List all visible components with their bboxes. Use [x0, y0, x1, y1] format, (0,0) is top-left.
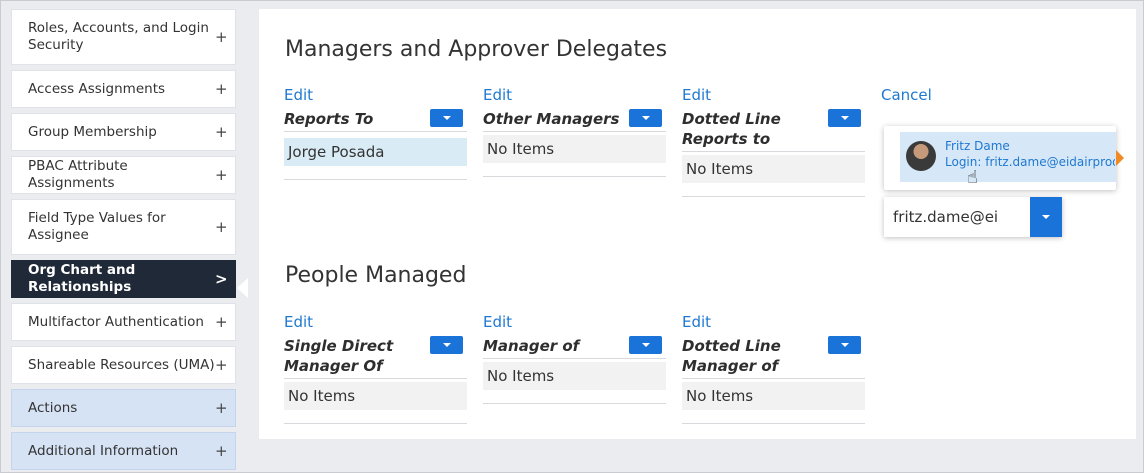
people-section-title: People Managed [285, 263, 467, 288]
user-search-input[interactable] [884, 197, 1030, 237]
edit-link[interactable]: Edit [284, 86, 467, 104]
plus-icon: + [215, 399, 228, 417]
dotted-line-reports-column: Edit Dotted Line Reports to No Items [682, 86, 865, 197]
column-title: Reports To [284, 110, 374, 128]
arrow-right-icon [1116, 150, 1124, 166]
plus-icon: + [215, 442, 228, 460]
dropdown-button[interactable] [430, 109, 463, 127]
sidebar-item-field-type-values[interactable]: Field Type Values for Assignee + [11, 199, 236, 255]
dropdown-button[interactable] [828, 336, 861, 354]
sidebar-item-actions[interactable]: Actions + [11, 389, 236, 427]
dropdown-button[interactable] [430, 336, 463, 354]
plus-icon: + [215, 123, 228, 141]
column-title: Other Managers [483, 110, 620, 128]
dropdown-button[interactable] [1030, 197, 1062, 237]
sidebar-item-label: Actions [28, 399, 78, 416]
edit-link[interactable]: Edit [682, 86, 865, 104]
sidebar-item-label: Roles, Accounts, and Login Security [28, 20, 209, 53]
managers-section-title: Managers and Approver Delegates [285, 37, 668, 62]
divider [284, 166, 467, 180]
plus-icon: + [215, 356, 228, 374]
suggestion-item[interactable]: Fritz Dame Login: fritz.dame@eidairprod.… [900, 132, 1124, 182]
column-title: Manager of [483, 337, 580, 355]
list-item: No Items [483, 362, 666, 390]
sidebar-item-label: Multifactor Authentication [28, 313, 204, 330]
other-managers-column: Edit Other Managers No Items [483, 86, 666, 177]
dropdown-button[interactable] [629, 336, 662, 354]
column-title: Dotted Line Reports to [682, 110, 781, 148]
edit-link[interactable]: Edit [483, 313, 666, 331]
divider [682, 410, 865, 424]
divider [483, 163, 666, 177]
sidebar-item-label: Access Assignments [28, 80, 166, 97]
sidebar-item-label: Additional Information [28, 442, 179, 459]
plus-icon: + [215, 313, 228, 331]
sidebar-item-mfa[interactable]: Multifactor Authentication + [11, 303, 236, 341]
reports-to-column: Edit Reports To Jorge Posada [284, 86, 467, 180]
suggestion-name: Fritz Dame [945, 139, 1010, 153]
column-header: Dotted Line Reports to [682, 109, 865, 152]
single-direct-manager-column: Edit Single Direct Manager Of No Items [284, 313, 467, 424]
list-item[interactable]: Jorge Posada [284, 138, 467, 166]
sidebar-item-label: Field Type Values for Assignee [28, 210, 166, 243]
dropdown-button[interactable] [828, 109, 861, 127]
divider [284, 410, 467, 424]
sidebar-item-shareable-resources[interactable]: Shareable Resources (UMA) + [11, 346, 236, 384]
dropdown-button[interactable] [629, 109, 662, 127]
sidebar-item-additional-information[interactable]: Additional Information + [11, 432, 236, 470]
manager-of-column: Edit Manager of No Items [483, 313, 666, 404]
sidebar-item-pbac[interactable]: PBAC Attribute Assignments + [11, 156, 236, 194]
column-header: Single Direct Manager Of [284, 336, 467, 379]
hand-cursor-icon: ☝ [967, 167, 978, 188]
sidebar-item-label: Shareable Resources (UMA) [28, 356, 215, 373]
edit-link[interactable]: Edit [682, 313, 865, 331]
sidebar-item-label: PBAC Attribute Assignments [28, 158, 128, 191]
sidebar-item-label: Group Membership [28, 123, 157, 140]
column-header: Other Managers [483, 109, 666, 132]
plus-icon: + [215, 80, 228, 98]
user-search-combobox [884, 197, 1062, 237]
edit-link[interactable]: Edit [483, 86, 666, 104]
plus-icon: + [215, 28, 228, 46]
column-header: Dotted Line Manager of [682, 336, 865, 379]
list-item: No Items [682, 382, 865, 410]
dotted-line-manager-column: Edit Dotted Line Manager of No Items [682, 313, 865, 424]
divider [682, 183, 865, 197]
sidebar-item-group-membership[interactable]: Group Membership + [11, 113, 236, 151]
active-pointer [237, 278, 248, 298]
column-title: Dotted Line Manager of [682, 337, 781, 375]
sidebar-item-access-assignments[interactable]: Access Assignments + [11, 70, 236, 108]
plus-icon: + [215, 218, 228, 236]
column-header: Reports To [284, 109, 467, 132]
sidebar-item-org-chart[interactable]: Org Chart and Relationships > [11, 260, 236, 298]
avatar [906, 141, 936, 171]
column-title: Single Direct Manager Of [284, 337, 394, 375]
divider [483, 390, 666, 404]
plus-icon: + [215, 166, 228, 184]
list-item: No Items [483, 135, 666, 163]
column-header: Manager of [483, 336, 666, 359]
cancel-link[interactable]: Cancel [881, 86, 1064, 104]
chevron-right-icon: > [215, 270, 228, 288]
suggestion-popup: Fritz Dame Login: fritz.dame@eidairprod.… [884, 126, 1124, 190]
list-item: No Items [284, 382, 467, 410]
approver-column: Cancel [881, 86, 1064, 104]
list-item: No Items [682, 155, 865, 183]
sidebar-item-roles-accounts[interactable]: Roles, Accounts, and Login Security + [11, 9, 236, 65]
edit-link[interactable]: Edit [284, 313, 467, 331]
sidebar-item-label: Org Chart and Relationships [28, 262, 136, 295]
